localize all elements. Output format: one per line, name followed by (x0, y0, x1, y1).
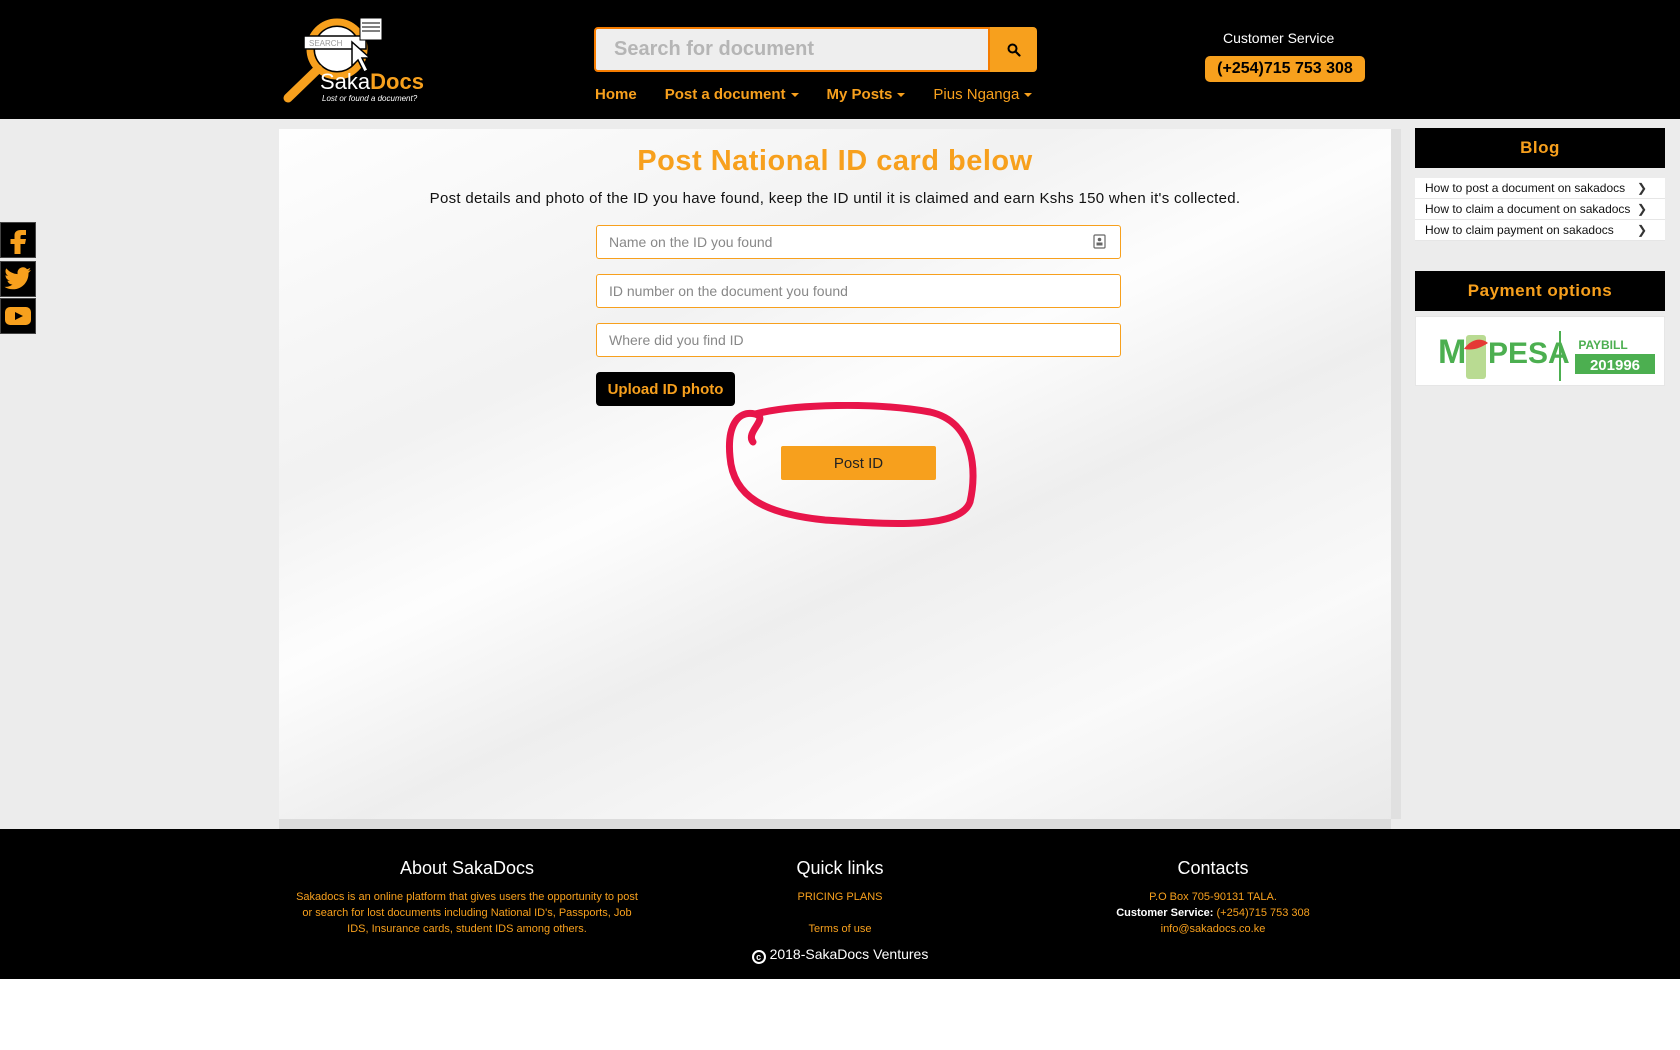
caret-down-icon (790, 93, 799, 98)
footer-customer-service: Customer Service: (+254)715 753 308 (1038, 905, 1388, 921)
page-title: Post National ID card below (637, 145, 1033, 177)
svg-text:PESA: PESA (1488, 337, 1570, 370)
sakadocs-logo[interactable]: SEARCH SakaDocs Lost or found a document… (282, 14, 424, 104)
nav-my-posts-label: My Posts (826, 86, 893, 103)
footer-about: About SakaDocs Sakadocs is an online pla… (292, 858, 642, 937)
content-bottom-bar (279, 819, 1391, 829)
payment-options-header: Payment options (1415, 271, 1665, 311)
nav-my-posts[interactable]: My Posts (827, 86, 906, 108)
logo-wordmark: SakaDocs (320, 69, 424, 94)
search-button[interactable] (990, 27, 1037, 72)
blog-item-post-document[interactable]: How to post a document on sakadocs ❯ (1415, 178, 1665, 199)
nav-user-label: Pius Nganga (933, 86, 1020, 103)
customer-service-phone[interactable]: (+254)715 753 308 (1205, 56, 1365, 82)
logo-tagline: Lost or found a document? (322, 94, 418, 103)
search-input[interactable] (594, 27, 990, 72)
copyright-icon: c (751, 950, 766, 964)
footer-quick-title: Quick links (796, 858, 884, 878)
footer-contacts-title: Contacts (1177, 858, 1249, 878)
chevron-right-icon: ❯ (1636, 223, 1647, 237)
footer-about-title: About SakaDocs (399, 858, 535, 878)
id-location-field[interactable] (596, 323, 1121, 357)
blog-item-label: How to post a document on sakadocs (1425, 181, 1626, 195)
copyright-text: 2018-SakaDocs Ventures (769, 946, 929, 962)
footer-link-pricing[interactable]: PRICING PLANS (665, 889, 1015, 905)
blog-item-claim-document[interactable]: How to claim a document on sakadocs ❯ (1415, 199, 1665, 220)
blog-header: Blog (1415, 128, 1665, 168)
caret-down-icon (1024, 93, 1033, 98)
twitter-icon (4, 267, 32, 290)
nav-home[interactable]: Home (595, 86, 637, 108)
nav-user-menu[interactable]: Pius Nganga (933, 86, 1033, 108)
twitter-link[interactable] (0, 261, 36, 297)
id-name-field[interactable] (596, 225, 1121, 259)
id-number-field[interactable] (596, 274, 1121, 308)
content-scrollbar[interactable] (1391, 129, 1401, 819)
footer-link-terms[interactable]: Terms of use (665, 921, 1015, 937)
footer-copyright: c 2018-SakaDocs Ventures (0, 946, 1680, 964)
contact-card-icon (1093, 234, 1106, 249)
blog-item-claim-payment[interactable]: How to claim payment on sakadocs ❯ (1415, 220, 1665, 241)
youtube-icon (5, 307, 31, 325)
page-subtitle: Post details and photo of the ID you hav… (429, 190, 1241, 207)
blog-item-label: How to claim payment on sakadocs (1425, 223, 1614, 237)
mpesa-logo-icon: M PESA PAYBILL 201996 (1438, 331, 1655, 381)
footer-email[interactable]: info@sakadocs.co.ke (1038, 921, 1388, 937)
mpesa-paybill-card: M PESA PAYBILL 201996 (1415, 316, 1665, 386)
footer-address: P.O Box 705-90131 TALA. (1149, 891, 1277, 903)
main-nav: Home Post a document My Posts Pius Ngang… (595, 86, 1060, 108)
footer-quick-links: Quick links PRICING PLANS Terms of use (665, 858, 1015, 937)
caret-down-icon (897, 93, 906, 98)
upload-id-photo-button[interactable]: Upload ID photo (596, 372, 735, 406)
chevron-right-icon: ❯ (1636, 181, 1647, 195)
svg-text:SEARCH: SEARCH (309, 39, 343, 48)
nav-post-label: Post a document (664, 86, 786, 103)
footer-contacts: Contacts P.O Box 705-90131 TALA. Custome… (1038, 858, 1388, 937)
customer-service-label: Customer Service (1223, 30, 1335, 46)
nav-post-document[interactable]: Post a document (665, 86, 799, 108)
footer-about-text: Sakadocs is an online platform that give… (296, 891, 638, 935)
facebook-icon (10, 230, 26, 254)
footer-cs-phone[interactable]: (+254)715 753 308 (1217, 907, 1310, 919)
facebook-link[interactable] (0, 222, 36, 258)
blog-list: How to post a document on sakadocs ❯ How … (1415, 178, 1665, 241)
search-bar (594, 27, 1037, 72)
youtube-link[interactable] (0, 298, 36, 334)
blog-item-label: How to claim a document on sakadocs (1425, 202, 1631, 216)
svg-text:201996: 201996 (1590, 357, 1640, 374)
post-id-button[interactable]: Post ID (781, 446, 936, 480)
svg-text:PAYBILL: PAYBILL (1578, 338, 1627, 352)
search-icon (1007, 43, 1021, 57)
footer-cs-label: Customer Service: (1116, 907, 1214, 919)
svg-text:M: M (1438, 333, 1466, 371)
chevron-right-icon: ❯ (1636, 202, 1647, 216)
